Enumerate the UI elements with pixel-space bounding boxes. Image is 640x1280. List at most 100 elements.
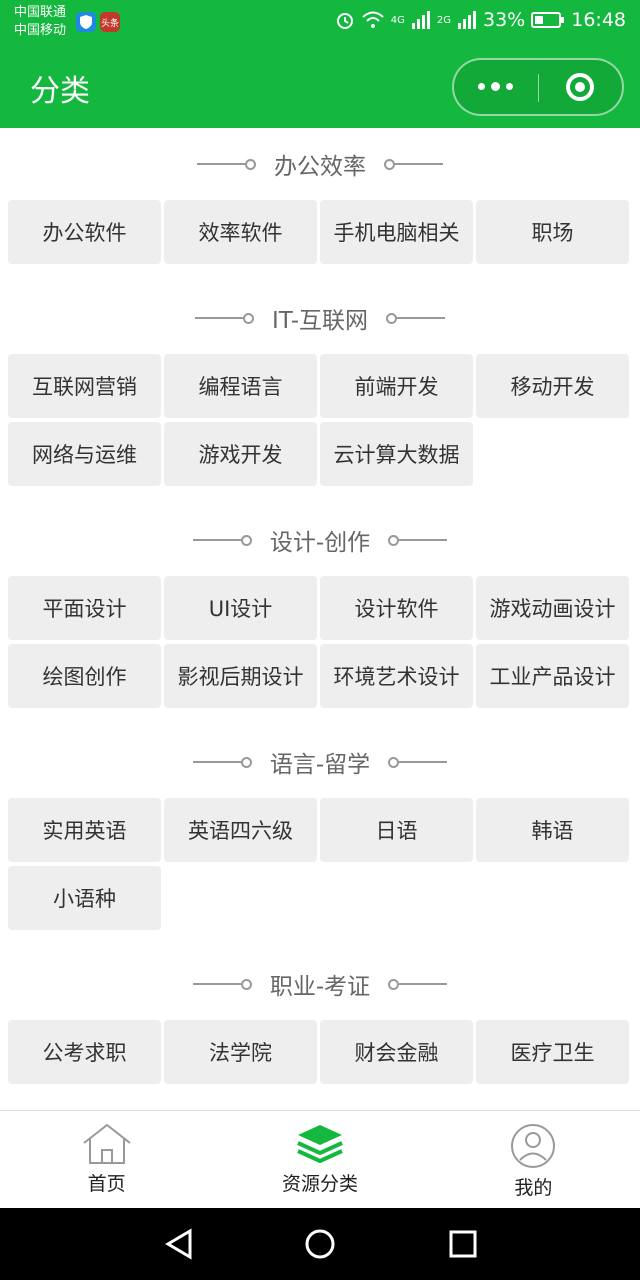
tab-mine-label: 我的 [514, 1177, 553, 1199]
header-ornament-right [388, 756, 448, 768]
tab-home-label: 首页 [87, 1173, 126, 1195]
section-header: 办公效率 [0, 128, 640, 200]
recent-apps-icon[interactable] [448, 1228, 478, 1260]
category-item[interactable]: 医疗卫生 [476, 1020, 629, 1084]
header-ornament-left [192, 756, 252, 768]
capsule-divider [538, 74, 539, 102]
title-bar: 分类 [0, 44, 640, 128]
category-item[interactable]: 前端开发 [320, 354, 473, 418]
category-item[interactable]: 英语四六级 [164, 798, 317, 862]
category-section: 职业-考证 公考求职 法学院 财会金融 医疗卫生 [0, 948, 640, 1084]
more-dot-icon [478, 83, 485, 90]
category-item[interactable]: 设计软件 [320, 576, 473, 640]
android-nav-bar [0, 1208, 640, 1280]
category-item[interactable]: 办公软件 [8, 200, 161, 264]
home-circle-icon[interactable] [304, 1228, 336, 1260]
wifi-icon [362, 11, 384, 28]
status-bar: 中国联通 中国移动 头条 4G 2G 33% 16:48 [0, 0, 640, 44]
category-item[interactable]: UI设计 [164, 576, 317, 640]
section-title: 职业-考证 [269, 974, 371, 1000]
battery-percent: 33% [483, 9, 526, 31]
category-section: 办公效率 办公软件 效率软件 手机电脑相关 职场 [0, 128, 640, 282]
carrier-info: 中国联通 中国移动 [14, 4, 66, 40]
signal-icon [411, 11, 430, 29]
back-icon[interactable] [164, 1228, 194, 1260]
category-item[interactable]: 云计算大数据 [320, 422, 473, 486]
close-mini-program-button[interactable] [566, 73, 594, 101]
category-list[interactable]: 办公效率 办公软件 效率软件 手机电脑相关 职场 IT-互联网 互联网营销 编程… [0, 128, 640, 1110]
category-section: IT-互联网 互联网营销 编程语言 前端开发 移动开发 网络与运维 游戏开发 云… [0, 282, 640, 504]
category-item[interactable]: 法学院 [164, 1020, 317, 1084]
section-title: 语言-留学 [269, 752, 371, 778]
category-grid: 实用英语 英语四六级 日语 韩语 小语种 [0, 798, 640, 930]
header-ornament-left [192, 978, 252, 990]
header-ornament-right [386, 312, 446, 324]
header-ornament-left [192, 534, 252, 546]
page-title: 分类 [30, 74, 90, 109]
category-item[interactable]: 职场 [476, 200, 629, 264]
category-item[interactable]: 实用英语 [8, 798, 161, 862]
category-item[interactable]: 绘图创作 [8, 644, 161, 708]
category-item[interactable]: 公考求职 [8, 1020, 161, 1084]
category-item[interactable]: 网络与运维 [8, 422, 161, 486]
category-grid: 平面设计 UI设计 设计软件 游戏动画设计 绘图创作 影视后期设计 环境艺术设计… [0, 576, 640, 708]
category-item[interactable]: 财会金融 [320, 1020, 473, 1084]
network-type-2: 2G [436, 14, 451, 26]
category-section: 语言-留学 实用英语 英语四六级 日语 韩语 小语种 [0, 726, 640, 948]
more-menu-button[interactable] [478, 82, 513, 91]
bottom-tab-bar: 首页 资源分类 我的 [0, 1110, 640, 1209]
user-icon [511, 1124, 556, 1168]
tab-categories[interactable]: 资源分类 [213, 1111, 426, 1209]
category-item[interactable]: 手机电脑相关 [320, 200, 473, 264]
carrier-2: 中国移动 [14, 23, 67, 38]
tab-categories-label: 资源分类 [281, 1173, 358, 1195]
carrier-1: 中国联通 [14, 5, 67, 20]
header-ornament-right [388, 534, 448, 546]
category-item[interactable]: 工业产品设计 [476, 644, 629, 708]
section-title: 办公效率 [274, 154, 366, 180]
mini-program-capsule [452, 58, 624, 116]
section-header: IT-互联网 [0, 282, 640, 354]
section-header: 职业-考证 [0, 948, 640, 1020]
header-ornament-right [384, 158, 443, 170]
category-item[interactable]: 日语 [320, 798, 473, 862]
category-grid: 互联网营销 编程语言 前端开发 移动开发 网络与运维 游戏开发 云计算大数据 [0, 354, 640, 486]
category-item[interactable]: 影视后期设计 [164, 644, 317, 708]
category-item[interactable]: 编程语言 [164, 354, 317, 418]
home-icon [83, 1123, 131, 1164]
more-dot-icon [491, 82, 500, 91]
signal-icon-2 [458, 11, 476, 29]
section-title: IT-互联网 [271, 308, 369, 334]
status-app-icons: 头条 [76, 12, 120, 32]
status-indicators: 4G 2G 33% 16:48 [335, 9, 626, 31]
category-item[interactable]: 韩语 [476, 798, 629, 862]
tab-home[interactable]: 首页 [0, 1111, 213, 1209]
category-item[interactable]: 小语种 [8, 866, 161, 930]
alarm-icon [336, 13, 353, 29]
category-item[interactable]: 互联网营销 [8, 354, 161, 418]
category-item[interactable]: 游戏开发 [164, 422, 317, 486]
section-header: 设计-创作 [0, 504, 640, 576]
section-header: 语言-留学 [0, 726, 640, 798]
toutiao-app-icon: 头条 [100, 12, 120, 32]
category-item[interactable]: 环境艺术设计 [320, 644, 473, 708]
category-item[interactable]: 效率软件 [164, 200, 317, 264]
toutiao-badge-label: 头条 [100, 18, 119, 29]
layers-icon [297, 1125, 343, 1164]
category-grid: 办公软件 效率软件 手机电脑相关 职场 [0, 200, 640, 264]
header-ornament-left [194, 312, 254, 324]
category-section: 设计-创作 平面设计 UI设计 设计软件 游戏动画设计 绘图创作 影视后期设计 … [0, 504, 640, 726]
network-type-1: 4G [390, 14, 405, 26]
section-title: 设计-创作 [269, 530, 371, 556]
category-item[interactable]: 游戏动画设计 [476, 576, 629, 640]
tab-mine[interactable]: 我的 [427, 1111, 640, 1209]
category-grid: 公考求职 法学院 财会金融 医疗卫生 [0, 1020, 640, 1084]
battery-icon [531, 12, 565, 28]
shield-app-icon [76, 12, 96, 32]
category-item[interactable]: 移动开发 [476, 354, 629, 418]
header-ornament-right [388, 978, 448, 990]
category-item[interactable]: 平面设计 [8, 576, 161, 640]
more-dot-icon [506, 83, 513, 90]
header-ornament-left [197, 158, 256, 170]
clock: 16:48 [571, 9, 626, 31]
